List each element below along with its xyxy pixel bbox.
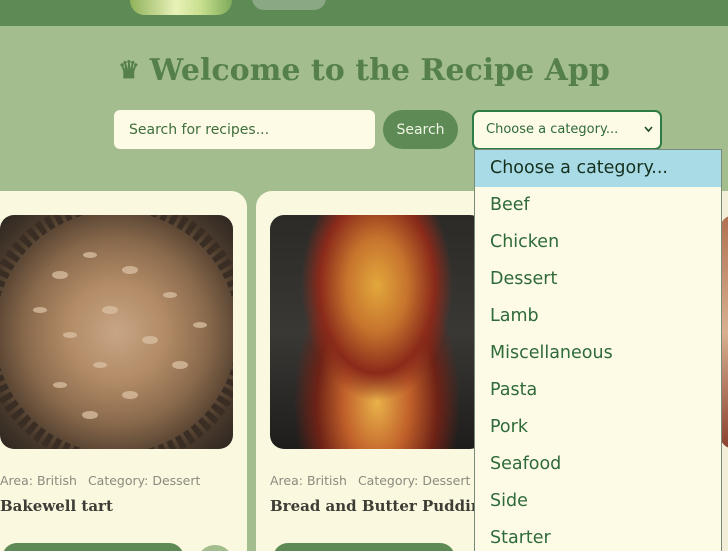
recipe-card[interactable]: Area: British Category: Dessert Bread and… (256, 191, 496, 551)
view-recipe-button[interactable] (2, 543, 184, 551)
recipe-image[interactable] (270, 215, 484, 449)
favorite-button[interactable] (198, 545, 232, 551)
category-option[interactable]: Lamb (475, 298, 721, 335)
recipe-card[interactable]: Area: British Category: Dessert Bakewell … (0, 191, 247, 551)
category-option[interactable]: Beef (475, 187, 721, 224)
category-option[interactable]: Seafood (475, 446, 721, 483)
category-option[interactable]: Side (475, 483, 721, 520)
category-option[interactable]: Chicken (475, 224, 721, 261)
category-option[interactable]: Starter (475, 520, 721, 551)
search-input[interactable] (114, 110, 375, 149)
nav-logo-pill[interactable] (130, 0, 232, 15)
category-select[interactable]: Choose a category... (472, 110, 662, 150)
category-option[interactable]: Pasta (475, 372, 721, 409)
search-button[interactable]: Search (383, 110, 458, 149)
category-select-value: Choose a category... (486, 122, 619, 137)
page-title: ♛ Welcome to the Recipe App (0, 50, 728, 91)
view-recipe-button[interactable] (273, 543, 455, 551)
recipe-category: Category: Dessert (87, 473, 201, 488)
recipe-area: Area: British (0, 473, 77, 488)
recipe-area: Area: British (270, 473, 347, 488)
chef-hat-icon: ♛ (118, 55, 140, 84)
category-option[interactable]: Choose a category... (475, 150, 721, 187)
recipe-image[interactable] (0, 215, 233, 449)
category-option[interactable]: Pork (475, 409, 721, 446)
recipe-meta: Area: British Category: Dessert (270, 473, 470, 488)
nav-button-pill[interactable] (252, 0, 326, 10)
recipe-category: Category: Dessert (357, 473, 471, 488)
recipe-name[interactable]: Bakewell tart (0, 497, 113, 515)
recipe-meta: Area: British Category: Dessert (0, 473, 200, 488)
category-dropdown-list[interactable]: Choose a category... Beef Chicken Desser… (474, 149, 722, 551)
recipe-name[interactable]: Bread and Butter Pudding (270, 497, 492, 515)
category-option[interactable]: Miscellaneous (475, 335, 721, 372)
page-title-text: Welcome to the Recipe App (149, 53, 610, 88)
category-option[interactable]: Dessert (475, 261, 721, 298)
top-nav-bar (0, 0, 728, 26)
